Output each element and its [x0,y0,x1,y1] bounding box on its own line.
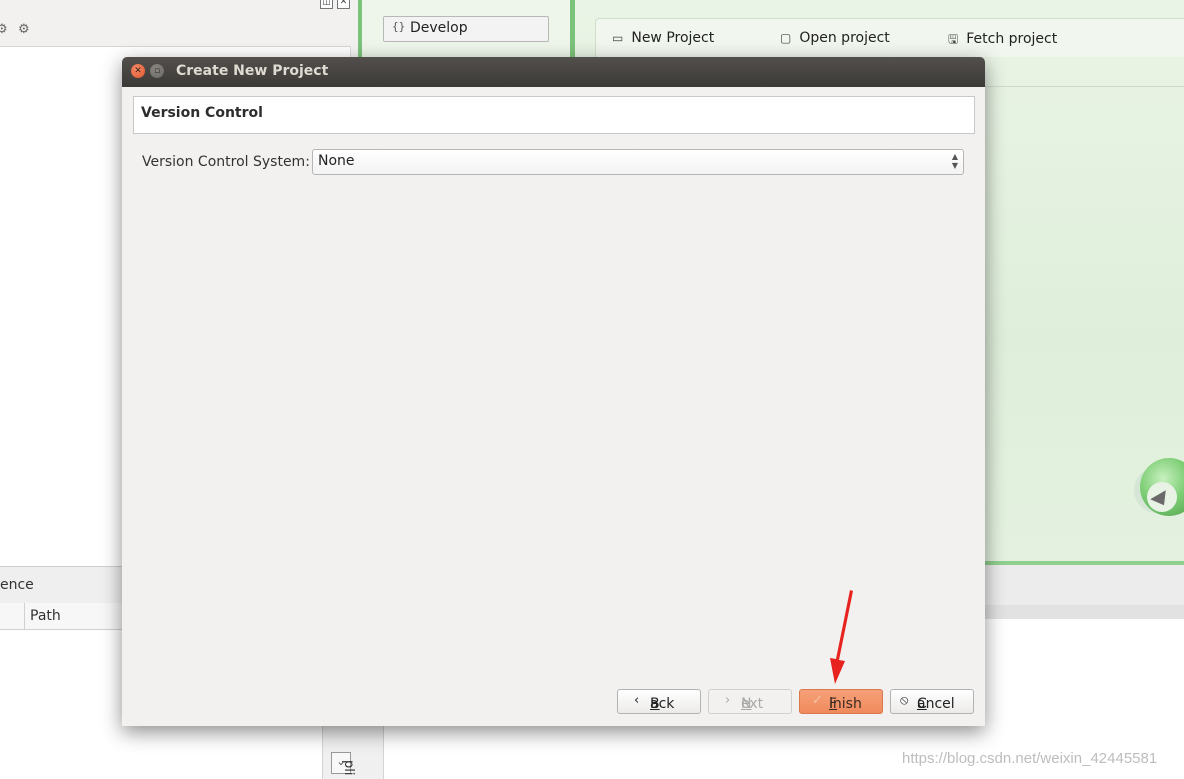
left-toolbar: ⚙ ⚙ ◫ ✕ [0,0,358,47]
vcs-label: Version Control System: [142,154,310,170]
page-title: Version Control [141,105,263,121]
vcs-selected-value: None [318,153,355,169]
finish-button[interactable]: ✓ Finish [799,689,883,714]
next-label: ext [741,696,764,712]
cancel-button[interactable]: ⦸ Cancel [890,689,974,714]
fetch-project-icon: 🖫 [948,32,959,46]
back-button[interactable]: ‹ Back [617,689,701,714]
check-icon: ✓ [812,693,823,708]
settings-icon[interactable]: ⚙ [18,22,30,37]
float-icon[interactable]: ◫ [320,0,333,9]
filter-icon[interactable]: ⚙ [0,22,8,37]
close-icon[interactable]: ✕ [131,64,145,78]
open-project-button[interactable]: ▢ Open project [780,30,890,46]
fetch-project-button[interactable]: 🖫 Fetch project [948,30,1057,51]
develop-label: Develop [410,20,468,36]
chevron-right-icon: › [725,693,731,708]
table-column-header: Path [0,603,122,630]
close-panel-icon[interactable]: ✕ [337,0,350,9]
open-project-label: Open project [799,30,890,46]
fetch-project-label: Fetch project [966,31,1058,47]
dialog-titlebar[interactable]: ✕ ▫ Create New Project [122,57,985,87]
vcs-select[interactable]: None ▲ ▼ [312,149,964,175]
dialog-title: Create New Project [176,63,329,79]
path-column-header[interactable]: Path [30,608,61,624]
cancel-label: ancel [917,696,955,712]
lower-panel-header: ence [0,566,122,604]
new-project-label: New Project [631,30,715,46]
finish-label: inish [829,696,862,712]
braces-icon: {} [392,20,406,33]
next-button: › Next [708,689,792,714]
new-project-icon: ▭ [612,31,624,45]
output-strip-lower [985,605,1184,619]
wizard-page-header: Version Control [133,96,975,134]
output-strip [985,565,1184,606]
lower-panel-title: ence [0,577,34,593]
bottom-panel-label[interactable]: pli [341,760,356,775]
annotation-arrow-icon [830,590,853,684]
column-divider [24,603,25,629]
minimize-icon[interactable]: ▫ [150,64,164,78]
open-project-icon: ▢ [780,31,792,45]
new-project-button[interactable]: ▭ New Project [612,30,714,46]
cancel-icon: ⦸ [900,693,909,708]
watermark: https://blog.csdn.net/weixin_42445581 [902,750,1158,767]
back-label: ack [650,696,675,712]
chevron-left-icon: ‹ [634,693,640,708]
develop-mode-button[interactable]: {} Develop [383,16,549,42]
chevron-updown-icon: ▲ ▼ [951,152,958,170]
welcome-divider [985,86,1184,87]
